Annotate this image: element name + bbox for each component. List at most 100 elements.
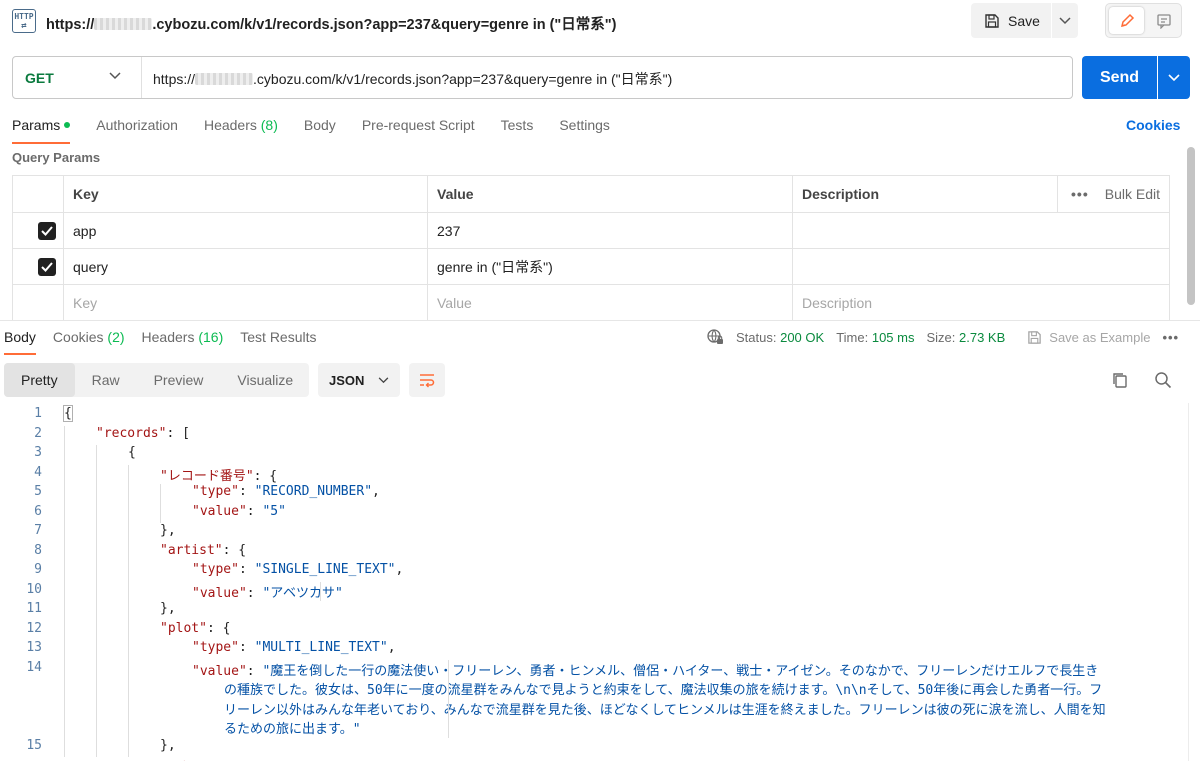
code-line: { xyxy=(63,405,73,422)
new-description-input[interactable]: Description xyxy=(792,284,1170,321)
pane-divider[interactable] xyxy=(0,320,1200,321)
format-preview[interactable]: Preview xyxy=(137,363,221,397)
cookies-link[interactable]: Cookies xyxy=(1126,117,1180,133)
tab-test-results[interactable]: Test Results xyxy=(240,329,316,355)
line-number: 13 xyxy=(26,640,42,655)
code-line: }, xyxy=(160,601,176,616)
param-value-cell[interactable]: genre in ("日常系") xyxy=(427,248,793,285)
time-value[interactable]: 105 ms xyxy=(872,330,915,345)
code-scrollbar[interactable] xyxy=(1188,403,1189,761)
tab-response-headers[interactable]: Headers (16) xyxy=(142,329,224,355)
indent-guide xyxy=(160,484,161,523)
comments-mode-button[interactable] xyxy=(1149,7,1179,34)
json-punct: : { xyxy=(253,468,278,484)
row-checkbox-cell xyxy=(12,284,64,321)
http-method-select[interactable]: GET xyxy=(25,70,54,86)
chevron-down-icon xyxy=(379,376,389,383)
json-punct: : { xyxy=(206,620,231,636)
new-key-input[interactable]: Key xyxy=(63,284,428,321)
send-button[interactable]: Send xyxy=(1082,56,1157,99)
language-select[interactable]: JSON xyxy=(318,363,400,397)
format-visualize[interactable]: Visualize xyxy=(220,363,310,397)
line-number: 7 xyxy=(34,523,42,538)
code-line: "artist": { xyxy=(160,543,246,558)
tab-cookies-label: Cookies xyxy=(52,329,104,345)
param-key-cell[interactable]: query xyxy=(63,248,428,285)
row-enabled-checkbox[interactable] xyxy=(38,221,56,240)
wrap-lines-button[interactable] xyxy=(409,363,445,397)
tab-authorization[interactable]: Authorization xyxy=(96,116,178,144)
table-row: query genre in ("日常系") xyxy=(12,248,1170,285)
response-meta: Status: 200 OK Time: 105 ms Size: 2.73 K… xyxy=(706,327,1179,347)
format-tabs: Pretty Raw Preview Visualize xyxy=(4,363,309,397)
send-options-dropdown[interactable] xyxy=(1158,56,1190,99)
line-number: 9 xyxy=(34,562,42,577)
chevron-down-icon[interactable] xyxy=(109,72,121,80)
code-line: { xyxy=(128,445,136,460)
indent-guide xyxy=(96,445,97,757)
json-string: の種族でした。彼女は、50年に一度の流星群をみんなで見ようと約束をして、魔法収集… xyxy=(224,683,1103,698)
json-string: "5" xyxy=(262,503,286,519)
request-title[interactable]: https:// .cybozu.com/k/v1/records.json?ap… xyxy=(46,13,617,34)
edit-mode-button[interactable] xyxy=(1109,7,1144,34)
tab-body[interactable]: Body xyxy=(304,116,336,144)
line-number: 14 xyxy=(26,659,42,675)
headers-count-badge: (8) xyxy=(260,117,278,133)
new-value-input[interactable]: Value xyxy=(427,284,793,321)
copy-icon[interactable] xyxy=(1111,371,1129,389)
request-header-bar: HTTP ⇄ https:// .cybozu.com/k/v1/records.… xyxy=(0,0,1200,44)
http-icon-label: HTTP xyxy=(14,12,34,21)
code-line: "レコード番号": { xyxy=(160,465,277,484)
param-value-cell[interactable]: 237 xyxy=(427,212,793,249)
more-options-icon[interactable]: ••• xyxy=(1162,330,1179,345)
query-params-table: Key Value Description ••• Bulk Edit app 2… xyxy=(12,175,1170,321)
request-scrollbar[interactable] xyxy=(1187,147,1195,305)
time-readout: Time: 105 ms xyxy=(836,330,914,345)
tab-prerequest-script[interactable]: Pre-request Script xyxy=(362,116,475,144)
json-key: "type" xyxy=(192,484,239,499)
param-description-cell[interactable] xyxy=(792,248,1170,285)
json-punct: { xyxy=(128,445,136,460)
request-title-suffix: .cybozu.com/k/v1/records.json?app=237&qu… xyxy=(152,17,617,33)
save-as-example-button[interactable]: Save as Example xyxy=(1027,330,1150,345)
line-number: 12 xyxy=(26,620,42,636)
tab-headers[interactable]: Headers (8) xyxy=(204,116,278,144)
format-raw[interactable]: Raw xyxy=(75,363,137,397)
tab-settings[interactable]: Settings xyxy=(559,116,610,144)
json-punct: : xyxy=(246,663,263,679)
tab-params[interactable]: Params xyxy=(12,116,71,144)
json-punct: }, xyxy=(160,523,176,538)
line-number: 1 xyxy=(34,406,42,421)
row-enabled-checkbox[interactable] xyxy=(38,257,56,276)
code-line: "plot": { xyxy=(160,621,230,636)
param-key-cell[interactable]: app xyxy=(63,212,428,249)
line-number: 2 xyxy=(34,425,42,441)
check-icon xyxy=(41,225,53,236)
url-bar: GET https:// .cybozu.com/k/v1/records.jso… xyxy=(12,56,1073,99)
url-input[interactable]: https:// .cybozu.com/k/v1/records.json?ap… xyxy=(153,69,672,89)
tab-response-cookies[interactable]: Cookies (2) xyxy=(53,329,125,355)
search-icon[interactable] xyxy=(1154,371,1172,389)
status-value[interactable]: 200 OK xyxy=(780,330,824,345)
globe-lock-icon[interactable] xyxy=(706,328,724,346)
size-value[interactable]: 2.73 KB xyxy=(959,330,1005,345)
json-punct: , xyxy=(395,562,404,577)
save-options-dropdown[interactable] xyxy=(1052,3,1078,38)
tab-response-body[interactable]: Body xyxy=(4,329,36,355)
json-punct: }, xyxy=(160,601,176,616)
tab-tests[interactable]: Tests xyxy=(501,116,534,144)
bulk-edit-button[interactable]: Bulk Edit xyxy=(1105,186,1160,202)
format-pretty[interactable]: Pretty xyxy=(4,363,75,397)
response-code-viewer[interactable]: 1{2 "records": [3{4 "レコード番号": {5 "type": "R… xyxy=(0,403,1180,761)
json-key: "value" xyxy=(192,585,247,601)
param-description-cell[interactable] xyxy=(792,212,1170,249)
json-key: "artist" xyxy=(160,542,223,558)
json-key: "value" xyxy=(192,663,247,679)
tab-headers-label: Headers xyxy=(203,117,257,133)
code-line: "type": "MULTI_LINE_TEXT", xyxy=(192,640,396,655)
more-options-icon[interactable]: ••• xyxy=(1071,186,1089,202)
json-punct: { xyxy=(63,405,73,422)
save-button[interactable]: Save xyxy=(971,3,1051,38)
pencil-icon xyxy=(1120,13,1134,27)
line-number: 15 xyxy=(26,737,42,753)
